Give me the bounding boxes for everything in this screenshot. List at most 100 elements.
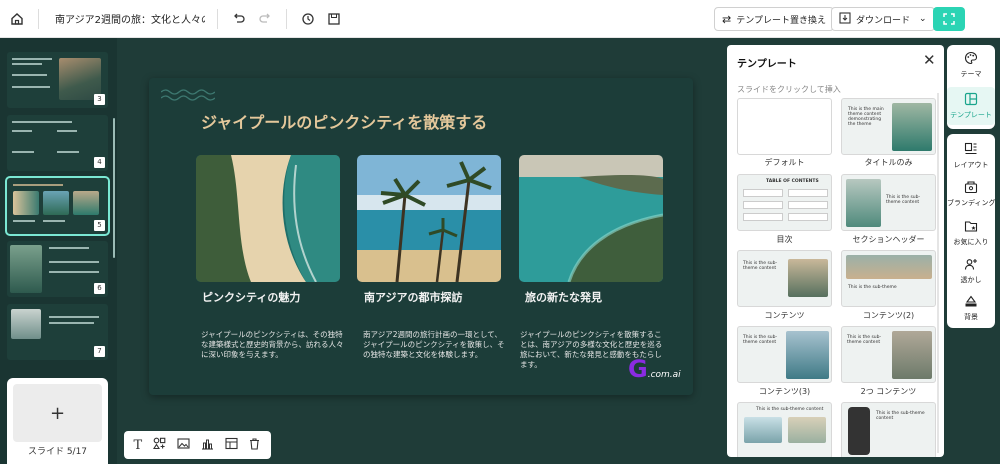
template-title-only[interactable]: This is the main theme content demonstra…: [841, 98, 936, 155]
chevron-down-icon: ⌄: [919, 14, 927, 24]
undo-icon[interactable]: [226, 6, 252, 32]
slide-title[interactable]: ジャイプールのピンクシティを散策する: [201, 109, 487, 133]
rail-branding[interactable]: ブランディング: [947, 180, 996, 208]
favorite-folder-icon: [947, 219, 995, 235]
template-label: 目次: [776, 235, 793, 244]
sidebar-scrollbar[interactable]: [113, 118, 115, 258]
add-slide-card: + スライド 5/17: [7, 378, 108, 464]
rail-label: テンプレート: [950, 111, 992, 119]
slide-thumbnail[interactable]: 3: [7, 52, 108, 108]
plus-icon: +: [49, 402, 66, 424]
divider: [286, 8, 287, 29]
template-label: コンテンツ: [764, 311, 805, 320]
branding-icon: [947, 180, 995, 196]
column-heading[interactable]: 旅の新たな発見: [525, 289, 602, 305]
template-content-2[interactable]: This is the sub-theme: [841, 250, 936, 307]
rail-theme[interactable]: テーマ: [947, 51, 995, 87]
template-section-header[interactable]: This is the sub-theme content: [841, 174, 936, 231]
template-label: タイトルのみ: [864, 158, 913, 167]
divider: [38, 8, 39, 29]
swap-icon: ⇄: [722, 12, 732, 26]
slide-thumbnail[interactable]: 7: [7, 304, 108, 360]
palette-icon: [947, 51, 995, 67]
slide-thumbnail[interactable]: 6: [7, 241, 108, 297]
template-card[interactable]: This is the sub-theme content: [737, 402, 832, 457]
rail-label: ブランディング: [947, 199, 996, 207]
background-icon: [947, 294, 995, 310]
rail-label: お気に入り: [953, 238, 989, 246]
slide-number: 5: [94, 220, 105, 231]
layout-icon: [947, 142, 995, 158]
close-icon[interactable]: ✕: [923, 51, 936, 69]
right-rail-top: テーマ テンプレート: [947, 45, 995, 129]
panel-scrollbar[interactable]: [937, 93, 939, 453]
template-label: デフォルト: [764, 158, 805, 167]
save-icon[interactable]: [321, 6, 347, 32]
slide-canvas[interactable]: ジャイプールのピンクシティを散策する ピンクシティの魅力 南アジアの都市探訪 旅…: [149, 78, 693, 395]
watermark-icon: [947, 257, 995, 273]
template-replace-button[interactable]: ⇄ テンプレート置き換え: [714, 7, 834, 31]
template-content[interactable]: This is the sub-theme content: [737, 250, 832, 307]
rail-label: テーマ: [960, 70, 982, 78]
document-title[interactable]: 南アジア2週間の旅：文化と人々の...: [55, 11, 205, 26]
right-rail-bottom: レイアウト ブランディング お気に入り 透かし 背景: [947, 134, 996, 328]
divider: [217, 8, 218, 29]
bottom-toolbar: T: [124, 431, 271, 459]
photo-palms[interactable]: [357, 155, 501, 282]
template-label: コンテンツ(2): [862, 311, 915, 320]
text-tool-icon[interactable]: T: [133, 438, 142, 453]
rail-background[interactable]: 背景: [947, 294, 995, 322]
image-icon[interactable]: [177, 437, 190, 454]
slide-list: 3 4 5 6 7 + スライド 5/17: [0, 38, 117, 464]
template-panel: テンプレート ✕ スライドをクリックして挿入 デフォルト This is the…: [727, 45, 944, 457]
fullscreen-icon: [943, 13, 955, 25]
shapes-icon[interactable]: [152, 437, 166, 454]
wave-decoration: [161, 89, 215, 101]
slide-number: 6: [94, 283, 105, 294]
rail-label: レイアウト: [953, 161, 989, 169]
template-default[interactable]: [737, 98, 832, 155]
home-icon[interactable]: [4, 6, 30, 32]
rail-favorites[interactable]: お気に入り: [947, 219, 995, 247]
panel-title: テンプレート: [737, 59, 797, 70]
panel-hint: スライドをクリックして挿入: [737, 85, 841, 94]
rail-label: 透かし: [960, 276, 982, 284]
template-replace-label: テンプレート置き換え: [736, 15, 826, 26]
rail-template[interactable]: テンプレート: [947, 87, 995, 125]
column-heading[interactable]: 南アジアの都市探訪: [364, 289, 463, 305]
download-label: ダウンロード: [856, 15, 911, 26]
slide-counter: スライド 5/17: [27, 447, 88, 457]
column-body[interactable]: ジャイプールのピンクシティは、その独特な建築様式と歴史的背景から、訪れる人々に深…: [201, 330, 347, 360]
column-body[interactable]: 南アジア2週間の旅行計画の一環として、ジャイプールのピンクシティを散策し、その独…: [363, 330, 509, 360]
chart-icon[interactable]: [201, 437, 214, 454]
download-button[interactable]: ダウンロード ⌄: [831, 7, 935, 31]
template-icon: [947, 92, 995, 108]
download-icon: [839, 11, 851, 27]
slide-thumbnail-active[interactable]: 5: [5, 176, 110, 236]
rail-watermark[interactable]: 透かし: [947, 257, 995, 285]
slide-thumbnail[interactable]: 4: [7, 115, 108, 171]
photo-coast[interactable]: [519, 155, 663, 282]
template-content-3[interactable]: This is the sub-theme content: [737, 326, 832, 383]
template-card[interactable]: This is the sub-theme content: [841, 402, 936, 457]
fullscreen-button[interactable]: [933, 7, 965, 31]
photo-beach[interactable]: [196, 155, 340, 282]
watermark-logo: G.com.ai: [628, 355, 681, 383]
column-heading[interactable]: ピンクシティの魅力: [202, 289, 300, 305]
rail-label: 背景: [964, 313, 978, 321]
template-toc[interactable]: TABLE OF CONTENTS: [737, 174, 832, 231]
slide-number: 7: [94, 346, 105, 357]
template-label: コンテンツ(3): [758, 387, 811, 396]
trash-icon[interactable]: [248, 437, 261, 454]
template-label: 2つ コンテンツ: [860, 387, 917, 396]
template-label: セクションヘッダー: [852, 235, 925, 244]
top-bar: 南アジア2週間の旅：文化と人々の... ⇄ テンプレート置き換え ダウンロード …: [0, 0, 1000, 38]
redo-icon[interactable]: [252, 6, 278, 32]
slide-number: 3: [94, 94, 105, 105]
history-icon[interactable]: [295, 6, 321, 32]
rail-layout[interactable]: レイアウト: [947, 142, 995, 170]
slide-number: 4: [94, 157, 105, 168]
add-slide-button[interactable]: +: [13, 384, 102, 442]
table-icon[interactable]: [225, 437, 238, 454]
template-two-content[interactable]: This is the sub-theme content: [841, 326, 936, 383]
